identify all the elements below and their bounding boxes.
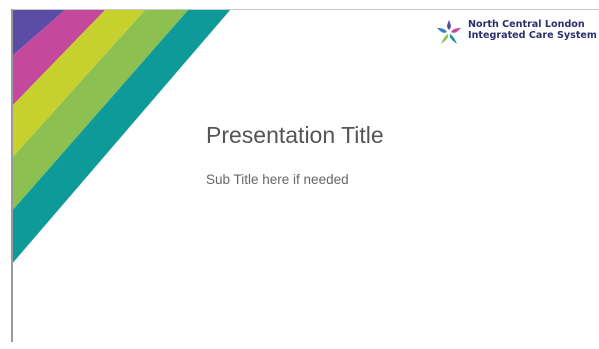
ncl-ics-star-logo-icon [437,20,461,44]
logo-text-line-2: Integrated Care System [468,30,597,41]
slide-border-top [11,9,599,10]
presentation-title[interactable]: Presentation Title [206,122,384,149]
slide-border-left [11,9,13,342]
logo-text-line-1: North Central London [468,19,585,30]
presentation-subtitle[interactable]: Sub Title here if needed [206,172,349,187]
